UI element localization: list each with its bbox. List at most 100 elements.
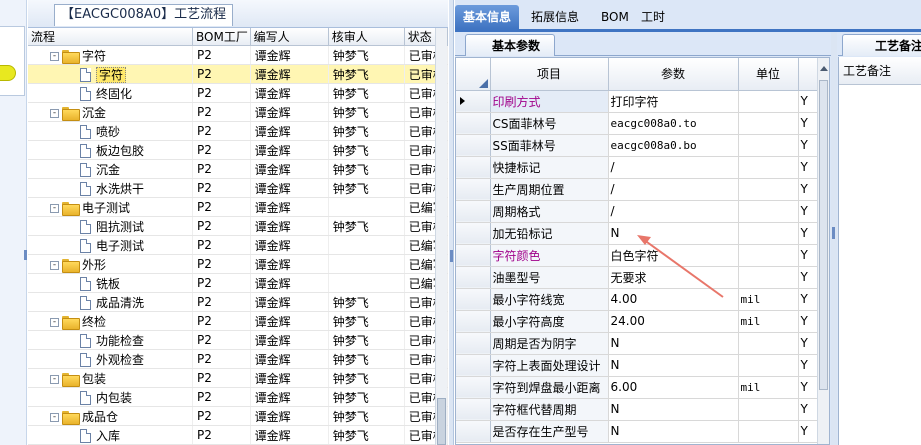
table-row[interactable]: 字符上表面处理设计 N Y (456, 354, 819, 377)
row-header-cell[interactable] (456, 156, 491, 179)
process-table-scrollbar[interactable] (435, 28, 447, 445)
process-step-cell[interactable]: 功能检查 (28, 330, 193, 350)
params-scrollbar-thumb[interactable] (819, 80, 828, 390)
param-value-cell[interactable]: eacgc008a0.bo (608, 134, 739, 157)
param-flag-cell[interactable]: Y (798, 156, 819, 179)
process-step-cell[interactable]: 内包装 (28, 387, 193, 407)
param-value-cell[interactable]: 无要求 (608, 266, 739, 289)
row-header-cell[interactable] (456, 332, 491, 355)
table-row[interactable]: 喷砂 P2 谭金辉 钟梦飞 已审核 (28, 121, 449, 141)
param-value-cell[interactable]: N (608, 398, 739, 421)
table-row[interactable]: 生产周期位置 / Y (456, 178, 819, 201)
tab-bom[interactable]: BOM (593, 5, 637, 29)
table-row[interactable]: 字符到焊盘最小距离 6.00 mil Y (456, 376, 819, 399)
table-row[interactable]: 内包装 P2 谭金辉 钟梦飞 已审核 (28, 387, 449, 407)
table-row[interactable]: 水洗烘干 P2 谭金辉 钟梦飞 已审核 (28, 178, 449, 198)
param-value-cell[interactable]: / (608, 156, 739, 179)
param-value-cell[interactable]: 24.00 (608, 310, 739, 333)
process-step-cell[interactable]: 水洗烘干 (28, 178, 193, 198)
table-row[interactable]: 阻抗测试 P2 谭金辉 钟梦飞 已审核 (28, 216, 449, 236)
table-row[interactable]: - 成品仓 P2 谭金辉 钟梦飞 已审核 (28, 406, 449, 426)
table-row[interactable]: 入库 P2 谭金辉 钟梦飞 已审核 (28, 425, 449, 445)
param-flag-cell[interactable]: Y (798, 178, 819, 201)
row-header-cell[interactable] (456, 222, 491, 245)
process-step-cell[interactable]: 铣板 (28, 273, 193, 293)
row-header-cell[interactable] (456, 398, 491, 421)
table-row[interactable]: - 终检 P2 谭金辉 钟梦飞 已审核 (28, 311, 449, 331)
table-row[interactable]: 成品清洗 P2 谭金辉 钟梦飞 已审核 (28, 292, 449, 312)
process-step-cell[interactable]: 电子测试 (28, 235, 193, 255)
param-flag-cell[interactable]: Y (798, 200, 819, 223)
process-step-cell[interactable]: 喷砂 (28, 121, 193, 141)
param-value-cell[interactable]: N (608, 332, 739, 355)
scroll-up-arrow-icon[interactable] (820, 66, 828, 71)
process-step-cell[interactable]: 成品清洗 (28, 292, 193, 312)
table-row[interactable]: 沉金 P2 谭金辉 钟梦飞 已审核 (28, 159, 449, 179)
param-value-cell[interactable]: eacgc008a0.to (608, 112, 739, 135)
table-row[interactable]: 铣板 P2 谭金辉 已编写 (28, 273, 449, 293)
process-step-cell[interactable]: 字符 (28, 64, 193, 84)
process-step-cell[interactable]: 终固化 (28, 83, 193, 103)
param-flag-cell[interactable]: Y (798, 376, 819, 399)
row-header-cell[interactable] (456, 354, 491, 377)
table-row[interactable]: 板边包胶 P2 谭金辉 钟梦飞 已审核 (28, 140, 449, 160)
left-splitter-grip[interactable] (24, 250, 27, 260)
param-flag-cell[interactable]: Y (798, 288, 819, 311)
row-header-cell[interactable] (456, 178, 491, 201)
collapse-toggle-icon[interactable]: - (50, 51, 59, 61)
row-header-cell[interactable] (456, 200, 491, 223)
row-header-cell[interactable] (456, 376, 491, 399)
table-row[interactable]: 印刷方式 打印字符 Y (456, 90, 819, 113)
table-row[interactable]: - 字符 P2 谭金辉 钟梦飞 已审核 (28, 45, 449, 65)
process-step-cell[interactable]: - 字符 (28, 45, 193, 65)
main-splitter-grip[interactable] (450, 250, 453, 262)
table-row[interactable]: - 外形 P2 谭金辉 已编写 (28, 254, 449, 274)
table-row[interactable]: - 电子测试 P2 谭金辉 已编写 (28, 197, 449, 217)
table-row[interactable]: 加无铅标记 N Y (456, 222, 819, 245)
param-flag-cell[interactable]: Y (798, 112, 819, 135)
table-row[interactable]: 电子测试 P2 谭金辉 已编写 (28, 235, 449, 255)
row-header-cell[interactable] (456, 134, 491, 157)
table-row[interactable]: 字符 P2 谭金辉 钟梦飞 已审核 (28, 64, 449, 84)
param-value-cell[interactable]: 4.00 (608, 288, 739, 311)
process-step-cell[interactable]: - 成品仓 (28, 406, 193, 426)
param-flag-cell[interactable]: Y (798, 90, 819, 113)
row-header-cell[interactable] (456, 90, 491, 113)
right-splitter[interactable] (831, 32, 837, 445)
collapse-toggle-icon[interactable]: - (50, 108, 59, 118)
param-value-cell[interactable]: 6.00 (608, 376, 739, 399)
process-step-cell[interactable]: 板边包胶 (28, 140, 193, 160)
param-value-cell[interactable]: / (608, 178, 739, 201)
table-row[interactable]: - 包装 P2 谭金辉 钟梦飞 已审核 (28, 368, 449, 388)
param-value-cell[interactable]: N (608, 420, 739, 443)
row-header-cell[interactable] (456, 420, 491, 443)
process-step-cell[interactable]: 入库 (28, 425, 193, 445)
table-row[interactable]: 最小字符线宽 4.00 mil Y (456, 288, 819, 311)
process-step-cell[interactable]: 外观检查 (28, 349, 193, 369)
table-row[interactable]: 油墨型号 无要求 Y (456, 266, 819, 289)
collapse-toggle-icon[interactable]: - (50, 412, 59, 422)
param-flag-cell[interactable]: Y (798, 354, 819, 377)
table-row[interactable]: 字符框代替周期 N Y (456, 398, 819, 421)
table-row[interactable]: 外观检查 P2 谭金辉 钟梦飞 已审核 (28, 349, 449, 369)
collapse-toggle-icon[interactable]: - (50, 260, 59, 270)
column-header-flag[interactable] (798, 58, 819, 91)
row-header-corner[interactable] (456, 58, 491, 91)
column-header-param[interactable]: 参数 (608, 58, 739, 91)
process-flow-title-tab[interactable]: 【EACGC008A0】工艺流程 (54, 4, 234, 26)
process-step-cell[interactable]: - 电子测试 (28, 197, 193, 217)
tab-work-hours[interactable]: 工时 (633, 5, 673, 29)
param-flag-cell[interactable]: Y (798, 266, 819, 289)
table-row[interactable]: 快捷标记 / Y (456, 156, 819, 179)
column-header-reviewer[interactable]: 核审人 (328, 28, 405, 46)
param-flag-cell[interactable]: Y (798, 420, 819, 443)
process-step-cell[interactable]: 沉金 (28, 159, 193, 179)
collapse-toggle-icon[interactable]: - (50, 374, 59, 384)
process-scrollbar-thumb[interactable] (437, 398, 446, 445)
process-step-cell[interactable]: - 终检 (28, 311, 193, 331)
process-step-cell[interactable]: 阻抗测试 (28, 216, 193, 236)
process-step-cell[interactable]: - 包装 (28, 368, 193, 388)
table-row[interactable]: - 沉金 P2 谭金辉 钟梦飞 已审核 (28, 102, 449, 122)
tab-process-remarks[interactable]: 工艺备注 (842, 34, 921, 56)
table-row[interactable]: 终固化 P2 谭金辉 钟梦飞 已审核 (28, 83, 449, 103)
